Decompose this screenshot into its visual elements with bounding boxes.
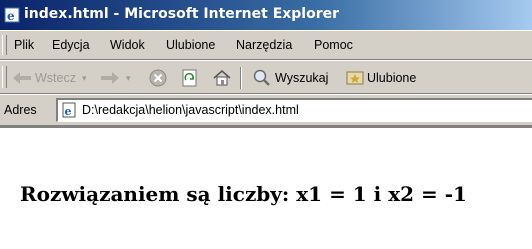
menu-widok[interactable]: Widok xyxy=(110,38,145,52)
favorites-button[interactable]: Ulubione xyxy=(346,67,416,89)
address-bar: Adres e D:\redakcja\helion\javascript\in… xyxy=(0,94,532,126)
menu-ulubione[interactable]: Ulubione xyxy=(166,38,215,52)
window-title: index.html - Microsoft Internet Explorer xyxy=(24,6,340,22)
svg-text:e: e xyxy=(7,9,15,23)
back-label: Wstecz xyxy=(35,71,76,85)
home-button[interactable] xyxy=(212,67,232,89)
address-label: Adres xyxy=(4,103,37,117)
refresh-button[interactable] xyxy=(180,67,200,89)
menu-pomoc[interactable]: Pomoc xyxy=(314,38,353,52)
favorites-label: Ulubione xyxy=(367,71,417,85)
back-button[interactable]: Wstecz ▾ xyxy=(12,67,87,89)
refresh-icon xyxy=(182,69,197,87)
forward-dropdown-icon[interactable]: ▾ xyxy=(126,73,131,84)
search-label: Wyszukaj xyxy=(275,71,329,85)
result-text: Rozwiązaniem są liczby: x1 = 1 i x2 = -1 xyxy=(20,182,467,206)
stop-button[interactable] xyxy=(148,67,168,89)
arrow-left-icon xyxy=(13,72,31,84)
ie-page-icon: e xyxy=(4,7,20,23)
favorites-icon xyxy=(346,71,364,85)
menu-plik[interactable]: Plik xyxy=(14,38,34,52)
menu-edycja[interactable]: Edycja xyxy=(52,38,90,52)
page-content: Rozwiązaniem są liczby: x1 = 1 i x2 = -1 xyxy=(0,126,532,249)
title-bar: e index.html - Microsoft Internet Explor… xyxy=(0,0,532,30)
search-icon xyxy=(253,69,270,86)
forward-button[interactable]: ▾ xyxy=(100,67,131,89)
back-dropdown-icon[interactable]: ▾ xyxy=(82,73,87,84)
stop-icon xyxy=(149,69,167,87)
address-input[interactable]: e D:\redakcja\helion\javascript\index.ht… xyxy=(56,98,532,122)
address-url: D:\redakcja\helion\javascript\index.html xyxy=(82,103,299,117)
menu-narzedzia[interactable]: Narzędzia xyxy=(236,38,292,52)
toolbar-grip[interactable] xyxy=(2,66,7,88)
toolbar-separator xyxy=(240,67,242,89)
menu-bar-grip[interactable] xyxy=(2,35,7,55)
menu-bar: Plik Edycja Widok Ulubione Narzędzia Pom… xyxy=(0,30,532,60)
arrow-right-icon xyxy=(101,72,119,84)
standard-toolbar: Wstecz ▾ ▾ Wyszukaj Ulubione xyxy=(0,60,532,94)
svg-text:e: e xyxy=(65,105,72,118)
browser-window: e index.html - Microsoft Internet Explor… xyxy=(0,0,532,249)
search-button[interactable]: Wyszukaj xyxy=(252,67,328,89)
home-icon xyxy=(213,70,231,86)
page-icon: e xyxy=(62,102,76,118)
